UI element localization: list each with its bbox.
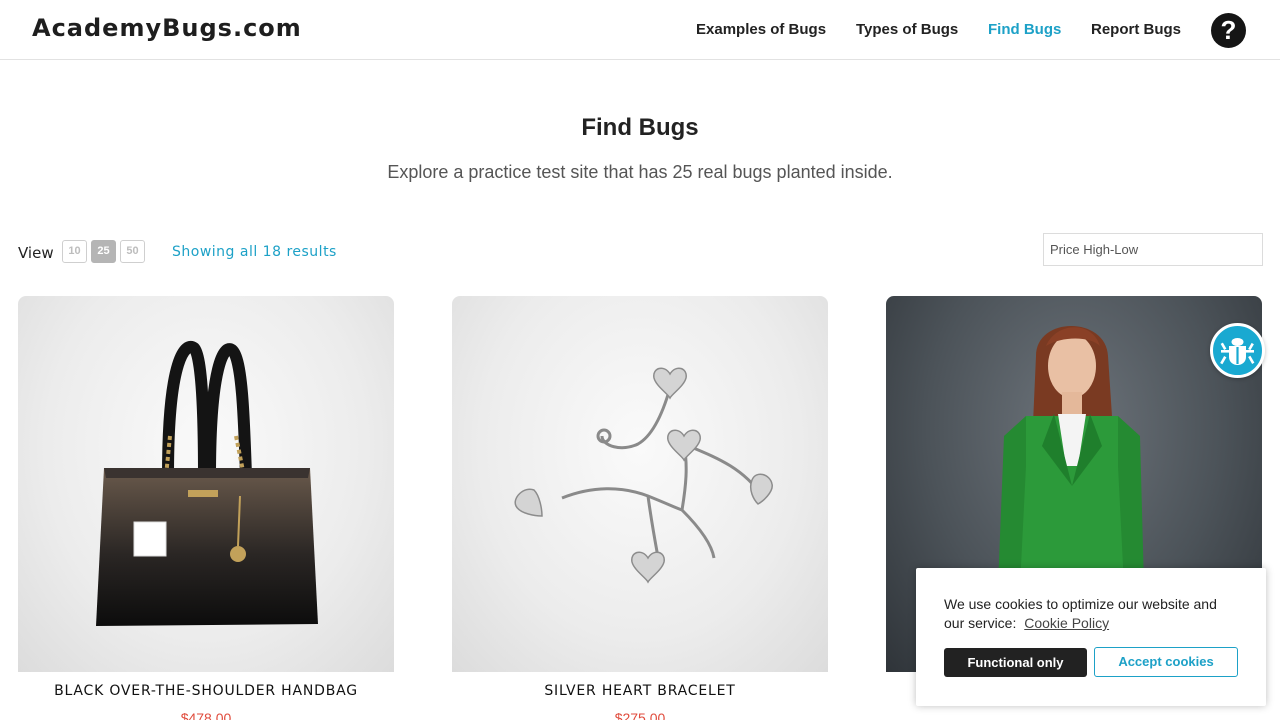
site-logo[interactable]: AcademyBugs.com [32,14,302,42]
product-image-handbag[interactable] [18,296,394,672]
help-icon[interactable]: ? [1211,13,1246,48]
view-label: View [18,244,54,262]
silver-heart-bracelet-image [514,367,773,584]
accept-cookies-button[interactable]: Accept cookies [1094,647,1238,677]
product-image-bracelet[interactable] [452,296,828,672]
results-count: Showing all 18 results [172,244,337,260]
page-title: Find Bugs [581,114,699,141]
product-name[interactable]: SILVER HEART BRACELET [452,683,828,699]
nav-find-bugs[interactable]: Find Bugs [988,21,1061,38]
page-subtitle: Explore a practice test site that has 25… [387,162,893,182]
product-price: $478.00 [180,710,232,720]
nav-types-of-bugs[interactable]: Types of Bugs [856,21,958,38]
view-option-10[interactable]: 10 [62,240,87,263]
product-price: $275.00 [614,710,666,720]
product-name[interactable]: BLACK OVER-THE-SHOULDER HANDBAG [18,683,394,699]
cookie-text: We use cookies to optimize our website a… [944,595,1234,633]
cookie-policy-link[interactable]: Cookie Policy [1024,615,1109,631]
view-option-25[interactable]: 25 [91,240,116,263]
functional-only-button[interactable]: Functional only [944,648,1087,677]
nav-report-bugs[interactable]: Report Bugs [1091,21,1181,38]
black-handbag-image [96,340,318,626]
cookie-banner: We use cookies to optimize our website a… [916,568,1266,706]
nav-examples-of-bugs[interactable]: Examples of Bugs [696,21,826,38]
sort-select[interactable]: Price High-Low [1043,233,1263,266]
view-option-50[interactable]: 50 [120,240,145,263]
bug-icon[interactable] [1210,323,1265,378]
site-header: AcademyBugs.com Examples of Bugs Types o… [0,0,1280,60]
